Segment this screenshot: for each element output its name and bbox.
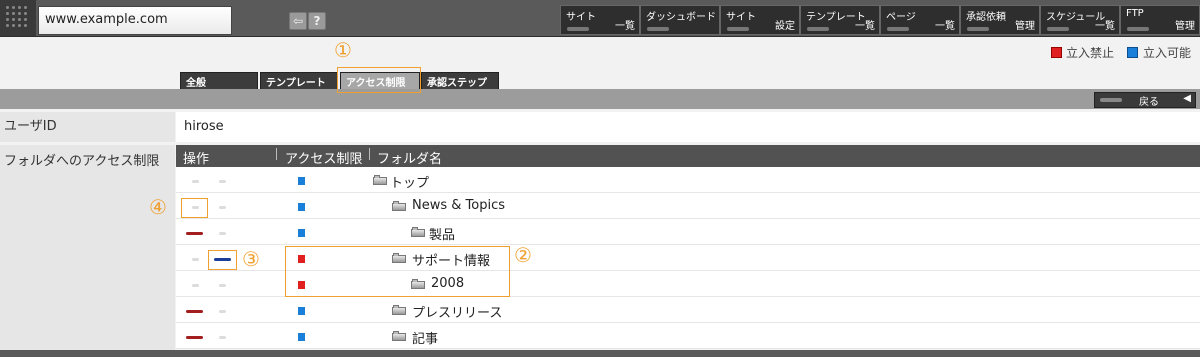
access-status-icon	[298, 307, 305, 315]
nav-page-list[interactable]: ページ 一覧	[880, 5, 960, 35]
op-allow-icon[interactable]	[219, 180, 226, 183]
table-row: プレスリリース	[176, 297, 1200, 323]
callout-1: ①	[334, 38, 352, 62]
folder-icon	[392, 305, 406, 315]
folder-name: トップ	[390, 176, 430, 191]
tab-general[interactable]: 全般	[180, 72, 258, 89]
back-button[interactable]: 戻る ◀	[1094, 92, 1196, 108]
op-restrict-icon[interactable]	[192, 180, 199, 183]
site-name: www.example.com	[45, 12, 168, 27]
allowed-legend-icon	[1127, 47, 1138, 58]
table-row: トップ	[176, 167, 1200, 193]
access-status-icon	[298, 177, 305, 185]
op-restrict-icon[interactable]	[186, 336, 203, 339]
callout-3: ③	[242, 247, 260, 271]
op-restrict-icon[interactable]	[186, 232, 203, 235]
highlight-box-4	[181, 198, 208, 218]
bottom-bar	[0, 350, 1200, 357]
logo-icon[interactable]	[0, 0, 36, 36]
legend-restricted: 立入禁止	[1066, 46, 1115, 60]
restricted-legend-icon	[1051, 47, 1062, 58]
nav-site-settings[interactable]: サイト 設定	[720, 5, 800, 35]
access-status-icon	[298, 229, 305, 237]
table-header: 操作 アクセス制限 フォルダ名	[176, 145, 1200, 167]
op-allow-icon[interactable]	[219, 336, 226, 339]
folder-name: 記事	[412, 332, 439, 347]
nav-template-list[interactable]: テンプレート 一覧	[800, 5, 880, 35]
table-row: News & Topics	[176, 193, 1200, 219]
logout-icon[interactable]: ⇦	[289, 12, 307, 30]
folder-icon	[392, 331, 406, 341]
user-id-value: hirose	[176, 112, 1200, 142]
nav-site-list[interactable]: サイト 一覧	[560, 5, 640, 35]
col-folder-name: フォルダ名	[377, 152, 443, 167]
tab-content-bar	[0, 89, 1200, 109]
legend-allowed: 立入可能	[1143, 46, 1192, 60]
back-arrow-icon: ◀	[1183, 93, 1191, 104]
nav-approval-manage[interactable]: 承認依頼 管理	[960, 5, 1040, 35]
op-allow-icon[interactable]	[219, 206, 226, 209]
site-name-box[interactable]: www.example.com	[38, 6, 232, 35]
user-id-label: ユーザID	[0, 112, 175, 142]
folder-name: プレスリリース	[412, 306, 503, 321]
nav-schedule-list[interactable]: スケジュール 一覧	[1040, 5, 1120, 35]
folder-access-label: フォルダへのアクセス制限	[0, 145, 175, 350]
callout-2: ②	[514, 243, 532, 267]
col-access: アクセス制限	[285, 152, 363, 167]
folder-name: News & Topics	[412, 198, 505, 213]
table-row: 記事	[176, 323, 1200, 349]
folder-icon	[373, 175, 387, 185]
highlight-box-2	[285, 246, 510, 297]
help-icon[interactable]: ?	[308, 12, 326, 30]
highlight-box-3	[208, 250, 237, 270]
op-allow-icon[interactable]	[219, 310, 226, 313]
op-restrict-icon[interactable]	[186, 310, 203, 313]
access-status-icon	[298, 333, 305, 341]
nav-ftp-manage[interactable]: FTP 管理	[1120, 5, 1200, 35]
table-row: 製品	[176, 219, 1200, 245]
nav-dashboard[interactable]: ダッシュボード	[640, 5, 720, 35]
access-status-icon	[298, 203, 305, 211]
highlight-box-1	[337, 67, 421, 93]
op-allow-icon[interactable]	[219, 284, 226, 287]
folder-name: 製品	[429, 228, 456, 243]
op-restrict-icon[interactable]	[192, 284, 199, 287]
folder-icon	[392, 201, 406, 211]
op-allow-icon[interactable]	[219, 232, 226, 235]
callout-4: ④	[149, 195, 167, 219]
tab-template[interactable]: テンプレート	[260, 72, 338, 89]
top-bar: www.example.com ⇦ ? サイト 一覧 ダッシュボード サイト 設定 …	[0, 0, 1200, 37]
tab-approval-step[interactable]: 承認ステップ	[421, 72, 499, 89]
col-operation: 操作	[183, 152, 210, 167]
op-restrict-icon[interactable]	[192, 258, 199, 261]
folder-icon	[411, 227, 425, 237]
